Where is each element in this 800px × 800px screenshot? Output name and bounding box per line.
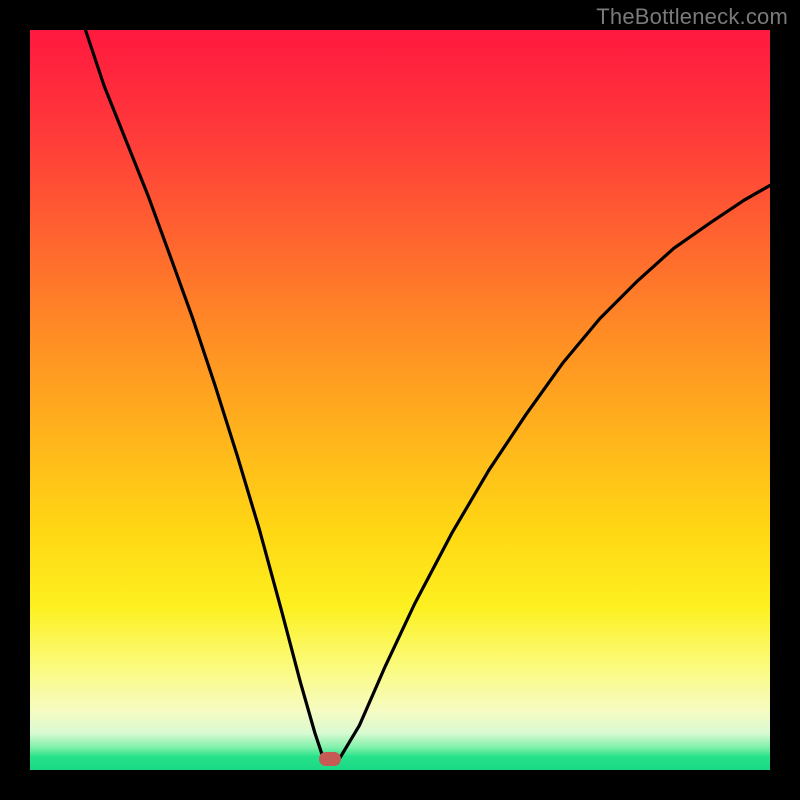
- watermark-text: TheBottleneck.com: [596, 4, 788, 30]
- chart-frame: TheBottleneck.com: [0, 0, 800, 800]
- bottleneck-marker: [319, 752, 341, 766]
- curve-path: [86, 30, 771, 759]
- bottleneck-curve: [30, 30, 770, 770]
- plot-area: [30, 30, 770, 770]
